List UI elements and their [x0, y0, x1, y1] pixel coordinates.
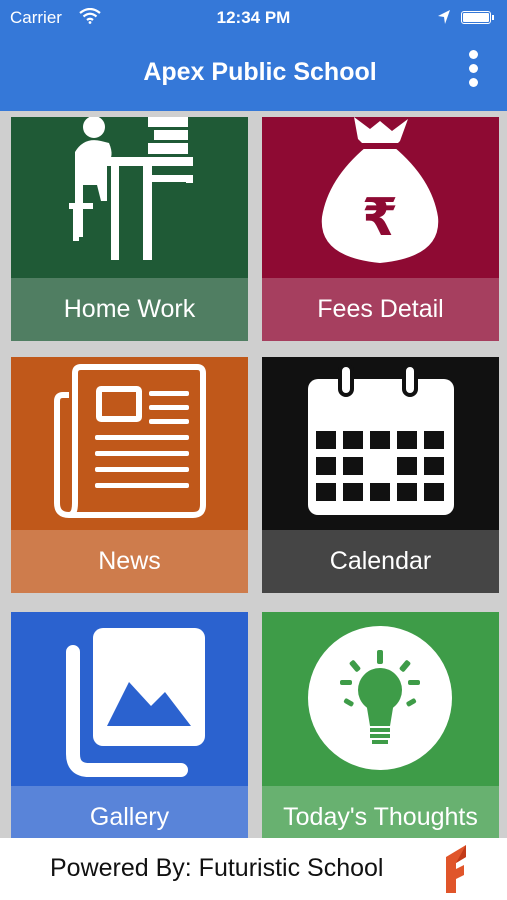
status-bar: Carrier 12:34 PM [0, 0, 507, 36]
tile-calendar[interactable]: Calendar [262, 357, 499, 593]
tile-fees-detail[interactable]: ₹ Fees Detail [262, 117, 499, 341]
svg-text:₹: ₹ [362, 188, 398, 248]
futuristic-school-logo [442, 843, 470, 900]
tile-todays-thoughts[interactable]: Today's Thoughts [262, 612, 499, 838]
clock: 12:34 PM [216, 8, 291, 27]
tile-home-work[interactable]: Home Work [11, 117, 248, 341]
tile-news[interactable]: News [11, 357, 248, 593]
tile-label: Today's Thoughts [262, 786, 499, 838]
homework-desk-icon [69, 117, 193, 260]
page-title: Apex Public School [143, 58, 377, 86]
app-header: Apex Public School [0, 36, 507, 111]
newspaper-icon [54, 364, 206, 518]
calendar-icon [308, 363, 454, 515]
powered-by-text: Powered By: Futuristic School [50, 854, 384, 882]
tile-gallery[interactable]: Gallery [11, 612, 248, 838]
tile-label: Gallery [11, 786, 248, 838]
location-arrow-icon [437, 9, 451, 30]
tile-label: Home Work [11, 278, 248, 341]
battery-icon [461, 11, 494, 24]
tile-label: News [11, 530, 248, 593]
rupee-bag-icon: ₹ [321, 117, 439, 263]
tile-label: Fees Detail [262, 278, 499, 341]
tile-label: Calendar [262, 530, 499, 593]
footer: Powered By: Futuristic School [0, 838, 507, 900]
overflow-menu-icon[interactable] [465, 50, 481, 90]
